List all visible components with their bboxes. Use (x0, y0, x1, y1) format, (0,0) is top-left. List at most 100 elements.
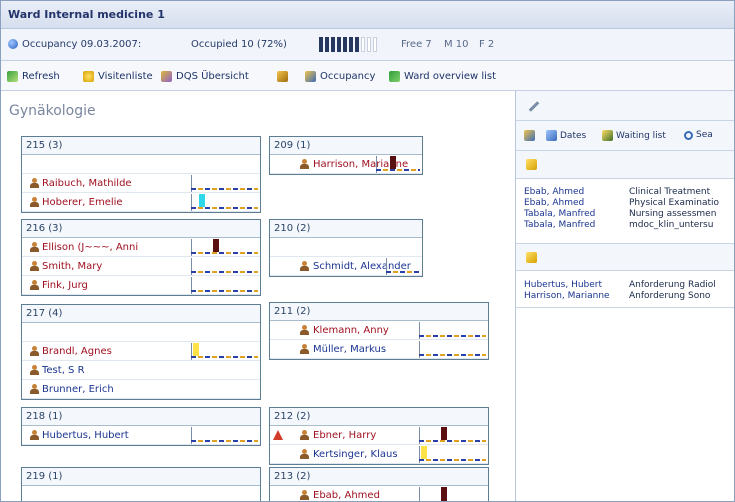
patient-icon (30, 365, 39, 375)
room-218[interactable]: 218 (1) Hubertus, Hubert (21, 407, 261, 446)
room-215[interactable]: 215 (3) Raibuch, Mathilde Hoberer, Emeli… (21, 136, 261, 213)
patient-name[interactable]: Ellison (J~~~, Anni (42, 242, 138, 253)
room-number: 213 (2) (270, 468, 488, 486)
ward-overview-list-button[interactable]: Ward overview list (389, 69, 496, 83)
patient-row[interactable]: Ebner, Harry (270, 426, 488, 445)
patient-name[interactable]: Brandl, Agnes (42, 346, 112, 357)
divider (516, 307, 734, 308)
room-213[interactable]: 213 (2) Ebab, Ahmed (269, 467, 489, 501)
search-button[interactable]: Sea (684, 130, 713, 140)
status-bar (191, 427, 258, 444)
patient-row[interactable]: Test, S R (22, 361, 260, 380)
order-row[interactable]: Tabala, Manfred Nursing assessmen (524, 209, 716, 219)
occupancy-gauge (319, 37, 381, 52)
status-bar (191, 194, 258, 211)
patient-row[interactable]: Kertsinger, Klaus (270, 445, 488, 464)
status-bar (419, 341, 486, 358)
patient-row[interactable]: Schmidt, Alexander (270, 257, 422, 276)
room-number: 210 (2) (270, 220, 422, 238)
status-bar (419, 322, 486, 339)
title-bar: Ward Internal medicine 1 (1, 1, 734, 29)
patient-row[interactable]: Fink, Jurg (22, 276, 260, 295)
room-212[interactable]: 212 (2) Ebner, Harry Kertsinger, Klaus (269, 407, 489, 465)
patient-name[interactable]: Müller, Markus (313, 344, 386, 355)
orders-panel: Dates Waiting list Sea Ebab, Ahmed Clinic… (516, 91, 734, 501)
orders-toolbar: Dates Waiting list Sea (516, 121, 734, 151)
request-row[interactable]: Hubertus, Hubert Anforderung Radiol (524, 280, 716, 290)
patient-row[interactable]: Müller, Markus (270, 340, 488, 359)
status-bar (191, 277, 258, 294)
patient-row[interactable]: Hoberer, Emelie (22, 193, 260, 212)
patient-icon (300, 430, 309, 440)
patient-icon (30, 242, 39, 252)
waiting-list-button[interactable]: Waiting list (602, 130, 666, 141)
patient-name[interactable]: Smith, Mary (42, 261, 102, 272)
patient-name[interactable]: Hoberer, Emelie (42, 197, 123, 208)
free-count: Free 7 (401, 39, 432, 50)
room-219[interactable]: 219 (1) (21, 467, 261, 501)
patient-name[interactable]: Test, S R (42, 365, 85, 376)
window-title: Ward Internal medicine 1 (8, 8, 165, 21)
calendar-icon (546, 130, 557, 141)
room-210[interactable]: 210 (2) Schmidt, Alexander (269, 219, 423, 277)
folder-icon (526, 159, 537, 170)
patient-icon (300, 261, 309, 271)
order-row[interactable]: Ebab, Ahmed Clinical Treatment (524, 187, 710, 197)
patient-row[interactable]: Ebab, Ahmed (270, 486, 488, 501)
room-209[interactable]: 209 (1) Harrison, Marianne (269, 136, 423, 175)
patient-row[interactable]: Ellison (J~~~, Anni (22, 238, 260, 257)
patient-name[interactable]: Brunner, Erich (42, 384, 114, 395)
panel-header (516, 91, 734, 121)
patient-row[interactable]: Raibuch, Mathilde (22, 174, 260, 193)
patient-name[interactable]: Ebner, Harry (313, 430, 376, 441)
dqs-overview-button[interactable]: DQS Übersicht (161, 69, 249, 83)
room-211[interactable]: 211 (2) Klemann, Anny Müller, Markus (269, 302, 489, 360)
orders-pencil-button[interactable] (524, 130, 535, 141)
room-number: 219 (1) (22, 468, 260, 486)
main-toolbar: Refresh Visitenliste DQS Übersicht Occup… (1, 61, 734, 91)
search-icon (684, 130, 693, 140)
room-number: 216 (3) (22, 220, 260, 238)
status-bar (419, 427, 486, 444)
warning-icon[interactable] (273, 430, 283, 440)
room-217[interactable]: 217 (4) Brandl, Agnes Test, S R Brunner,… (21, 304, 261, 400)
waiting-list-icon (602, 130, 613, 141)
patient-name[interactable]: Ebab, Ahmed (313, 490, 380, 501)
visitor-list-button[interactable]: Visitenliste (83, 69, 153, 83)
dates-button[interactable]: Dates (546, 130, 586, 141)
order-row[interactable]: Tabala, Manfred mdoc_klin_untersu (524, 220, 713, 230)
patient-name[interactable]: Klemann, Anny (313, 325, 389, 336)
room-number: 212 (2) (270, 408, 488, 426)
patient-row[interactable]: Smith, Mary (22, 257, 260, 276)
order-row[interactable]: Ebab, Ahmed Physical Examinatio (524, 198, 719, 208)
patient-icon (30, 430, 39, 440)
occupied-count: Occupied 10 (72%) (191, 39, 287, 50)
edit-button[interactable] (277, 69, 288, 83)
status-bar (419, 487, 486, 501)
patient-row[interactable]: Harrison, Marianne (270, 155, 422, 174)
patient-name[interactable]: Kertsinger, Klaus (313, 449, 398, 460)
occupancy-icon (305, 70, 316, 82)
patient-name[interactable]: Raibuch, Mathilde (42, 178, 132, 189)
request-row[interactable]: Harrison, Marianne Anforderung Sono (524, 291, 710, 301)
occupancy-button[interactable]: Occupancy (305, 69, 375, 83)
patient-row[interactable]: Klemann, Anny (270, 321, 488, 340)
ward-rooms-panel: Gynäkologie 215 (3) Raibuch, Mathilde Ho… (1, 91, 516, 501)
patient-icon (30, 261, 39, 271)
pencil-icon[interactable] (528, 100, 540, 112)
patient-row[interactable]: Hubertus, Hubert (22, 426, 260, 445)
patient-name[interactable]: Fink, Jurg (42, 280, 88, 291)
patient-icon (30, 178, 39, 188)
patient-row[interactable]: Brandl, Agnes (22, 342, 260, 361)
occupancy-bar: Occupancy 09.03.2007: Occupied 10 (72%) … (1, 29, 734, 61)
room-216[interactable]: 216 (3) Ellison (J~~~, Anni Smith, Mary … (21, 219, 261, 296)
room-number: 215 (3) (22, 137, 260, 155)
occupancy-date: Occupancy 09.03.2007: (22, 39, 142, 50)
status-bar (191, 175, 258, 192)
patient-row[interactable]: Brunner, Erich (22, 380, 260, 399)
refresh-button[interactable]: Refresh (7, 69, 60, 83)
male-count: M 10 (444, 39, 469, 50)
patient-icon (300, 449, 309, 459)
patient-name[interactable]: Hubertus, Hubert (42, 430, 129, 441)
room-number: 217 (4) (22, 305, 260, 323)
